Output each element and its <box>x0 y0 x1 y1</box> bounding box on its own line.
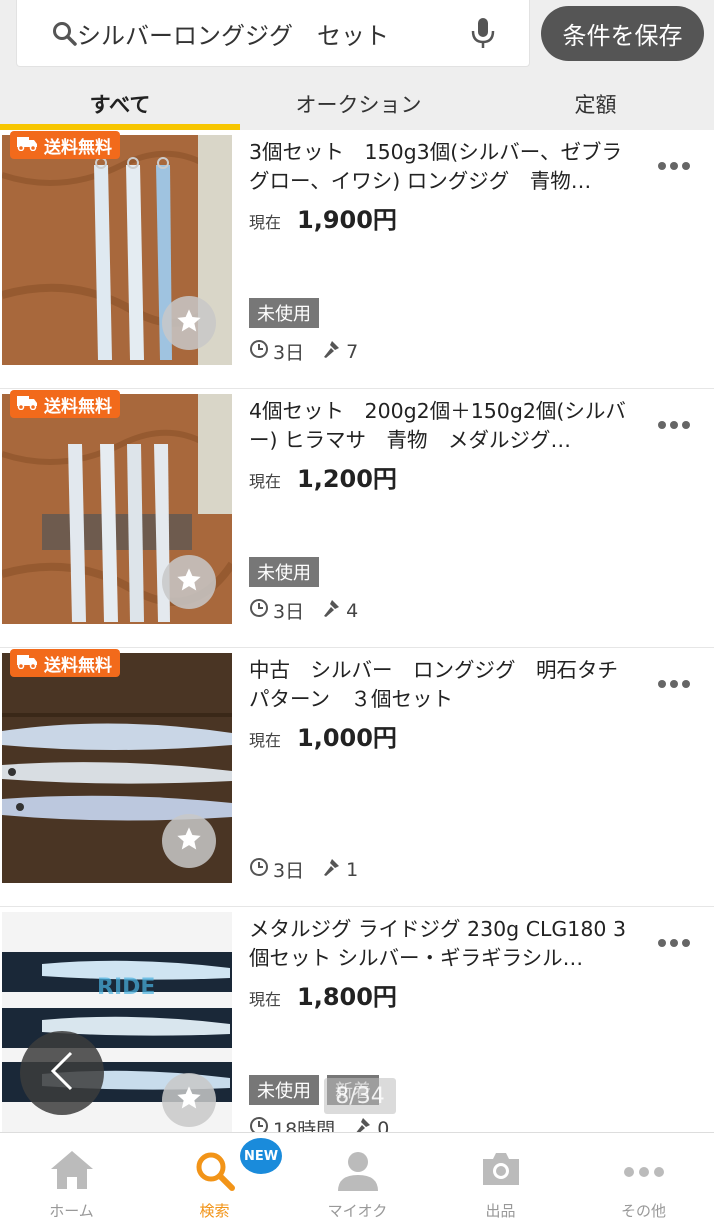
list-item[interactable]: 送料無料 3個セット 150g3個(シルバー、ゼブラグロー、イワシ) ロングジグ… <box>0 130 714 389</box>
truck-icon <box>16 135 38 156</box>
free-shipping-label: 送料無料 <box>44 137 112 158</box>
free-shipping-badge: 送料無料 <box>10 390 120 418</box>
more-options-icon[interactable] <box>657 415 691 434</box>
app-root: シルバーロングジグ セット 条件を保存 すべて オークション 定額 送料無料 3… <box>0 0 714 1227</box>
bottom-navigation: ホーム 検索 マイオク 出品 その他 <box>0 1132 714 1227</box>
item-price: 1,200円 <box>297 465 397 493</box>
gavel-icon <box>322 598 342 623</box>
nav-label: その他 <box>620 1202 666 1220</box>
price-label: 現在 <box>249 731 282 750</box>
list-item[interactable]: 送料無料 中古 シルバー ロングジグ 明石タチパターン ３個セット 現在 1,0… <box>0 648 714 907</box>
search-header: シルバーロングジグ セット 条件を保存 すべて オークション 定額 <box>0 0 714 130</box>
nav-label: マイオク <box>327 1202 388 1220</box>
search-icon <box>51 20 79 52</box>
more-options-icon[interactable] <box>657 156 691 175</box>
more-options-icon[interactable] <box>657 674 691 693</box>
star-icon <box>175 566 203 598</box>
bid-count: 4 <box>346 599 359 622</box>
star-icon <box>175 1084 203 1116</box>
page-counter: 8/34 <box>324 1078 396 1114</box>
clock-icon <box>249 598 269 623</box>
camera-icon <box>479 1149 523 1193</box>
condition-tag: 未使用 <box>249 298 319 328</box>
condition-tags: 未使用 <box>249 557 319 587</box>
list-item[interactable]: 送料無料 4個セット 200g2個＋150g2個(シルバー) ヒラマサ 青物 メ… <box>0 389 714 648</box>
gavel-icon <box>322 339 342 364</box>
item-meta: 3日 4 <box>249 597 358 624</box>
item-meta: 3日 7 <box>249 338 358 365</box>
free-shipping-badge: 送料無料 <box>10 131 120 159</box>
filter-tabs: すべて オークション 定額 <box>0 78 714 130</box>
item-title[interactable]: メタルジグ ライドジグ 230g CLG180 3個セット シルバー・ギラギラシ… <box>249 915 634 973</box>
nav-my-auction[interactable]: マイオク <box>286 1133 429 1227</box>
item-price: 1,900円 <box>297 206 397 234</box>
item-price: 1,000円 <box>297 724 397 752</box>
price-label: 現在 <box>249 990 282 1009</box>
watch-button[interactable] <box>162 814 216 868</box>
star-icon <box>175 307 203 339</box>
item-title[interactable]: 3個セット 150g3個(シルバー、ゼブラグロー、イワシ) ロングジグ 青物… <box>249 138 634 196</box>
item-title[interactable]: 4個セット 200g2個＋150g2個(シルバー) ヒラマサ 青物 メダルジグ… <box>249 397 634 455</box>
list-item[interactable]: RIDE メタルジグ ライドジグ 230g CLG180 3個セット シルバー・… <box>0 907 714 1166</box>
chevron-left-icon <box>47 1049 77 1097</box>
item-meta: 3日 1 <box>249 856 358 883</box>
tab-fixed-price[interactable]: 定額 <box>477 78 714 130</box>
svg-text:RIDE: RIDE <box>97 975 155 1000</box>
search-icon <box>193 1149 237 1197</box>
bid-count: 1 <box>346 858 359 881</box>
watch-button[interactable] <box>162 1073 216 1127</box>
nav-label: ホーム <box>49 1202 94 1220</box>
watch-button[interactable] <box>162 555 216 609</box>
truck-icon <box>16 394 38 415</box>
more-icon <box>623 1163 665 1182</box>
star-icon <box>175 825 203 857</box>
person-icon <box>336 1149 380 1197</box>
time-left: 3日 <box>273 601 305 623</box>
nav-label: 検索 <box>199 1202 230 1220</box>
nav-label: 出品 <box>485 1202 516 1220</box>
bid-count: 7 <box>346 340 359 363</box>
condition-tag: 未使用 <box>249 1075 319 1105</box>
back-button[interactable] <box>20 1031 104 1115</box>
price-row: 現在 1,800円 <box>249 977 397 1012</box>
truck-icon <box>16 653 38 674</box>
price-row: 現在 1,000円 <box>249 718 397 753</box>
gavel-icon <box>322 857 342 882</box>
watch-button[interactable] <box>162 296 216 350</box>
nav-home[interactable]: ホーム <box>0 1133 143 1227</box>
search-query-text[interactable]: シルバーロングジグ セット <box>77 16 389 51</box>
microphone-icon[interactable] <box>468 16 498 54</box>
item-title[interactable]: 中古 シルバー ロングジグ 明石タチパターン ３個セット <box>249 656 634 714</box>
home-icon <box>49 1149 95 1195</box>
clock-icon <box>249 339 269 364</box>
price-row: 現在 1,200円 <box>249 459 397 494</box>
tab-all[interactable]: すべて <box>0 78 240 130</box>
time-left: 3日 <box>273 342 305 364</box>
save-conditions-button[interactable]: 条件を保存 <box>541 6 704 61</box>
new-badge: NEW <box>240 1138 282 1174</box>
tab-auction[interactable]: オークション <box>240 78 477 130</box>
nav-sell[interactable]: 出品 <box>429 1133 572 1227</box>
search-input[interactable]: シルバーロングジグ セット <box>16 0 530 67</box>
price-label: 現在 <box>249 213 282 232</box>
price-row: 現在 1,900円 <box>249 200 397 235</box>
clock-icon <box>249 857 269 882</box>
condition-tags: 未使用 <box>249 298 319 328</box>
more-options-icon[interactable] <box>657 933 691 952</box>
free-shipping-badge: 送料無料 <box>10 649 120 677</box>
time-left: 3日 <box>273 860 305 882</box>
price-label: 現在 <box>249 472 282 491</box>
item-price: 1,800円 <box>297 983 397 1011</box>
free-shipping-label: 送料無料 <box>44 396 112 417</box>
condition-tag: 未使用 <box>249 557 319 587</box>
nav-other[interactable]: その他 <box>572 1133 714 1227</box>
free-shipping-label: 送料無料 <box>44 655 112 676</box>
